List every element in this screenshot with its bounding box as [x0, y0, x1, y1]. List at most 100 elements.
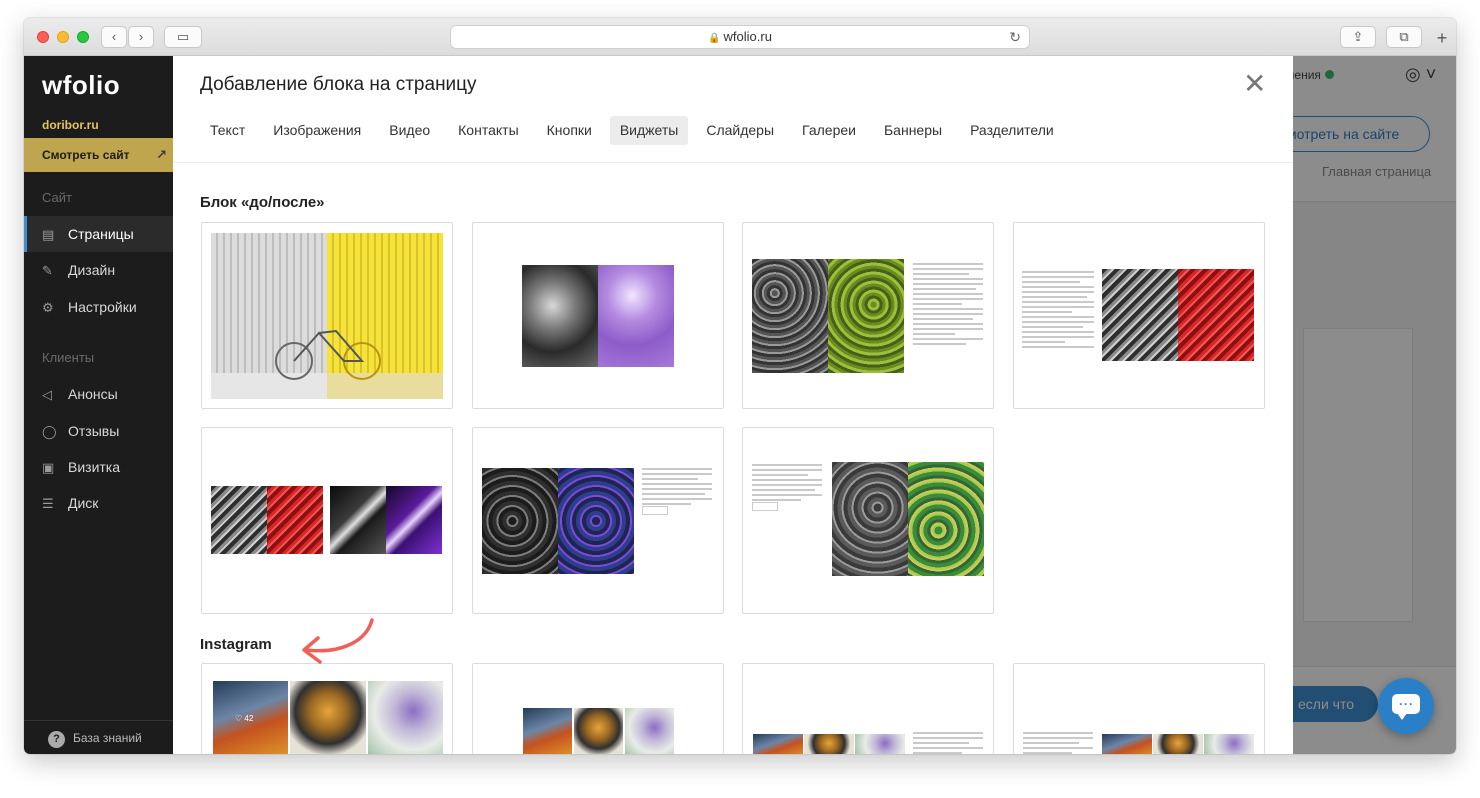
- tab-contacts[interactable]: Контакты: [448, 116, 528, 145]
- tabs-icon: ⧉: [1399, 29, 1409, 44]
- after-image: [598, 265, 674, 367]
- gear-icon: ⚙: [42, 300, 54, 315]
- section-label-site: Сайт: [42, 190, 72, 205]
- tab-video[interactable]: Видео: [379, 116, 440, 145]
- after-image: [267, 486, 323, 554]
- site-name[interactable]: doribor.ru: [42, 118, 99, 132]
- after-image: [908, 462, 984, 576]
- instagram-photo-balloon: [753, 734, 803, 754]
- knowledge-base-link[interactable]: ? База знаний: [24, 720, 173, 754]
- text-placeholder: [752, 464, 822, 504]
- lock-icon: 🔒: [708, 33, 721, 44]
- close-icon[interactable]: ✕: [1243, 70, 1266, 98]
- instagram-photo-food: [1153, 734, 1203, 754]
- tab-buttons[interactable]: Кнопки: [537, 116, 602, 145]
- address-bar[interactable]: 🔒 wfolio.ru ↻: [450, 25, 1030, 49]
- block-template-before-after-6[interactable]: [472, 427, 724, 614]
- plus-icon: +: [1436, 28, 1448, 48]
- block-template-before-after-1[interactable]: [201, 222, 453, 409]
- tab-text[interactable]: Текст: [200, 116, 255, 145]
- sidebar: wfolio doribor.ru Смотреть сайт ↗ Сайт ▤…: [24, 56, 173, 754]
- instagram-photo-food: [290, 681, 366, 754]
- instagram-photo-food: [574, 708, 623, 754]
- block-category-tabs: Текст Изображения Видео Контакты Кнопки Видже…: [200, 116, 1072, 146]
- block-template-instagram-3[interactable]: [742, 663, 994, 754]
- instagram-photo-balloon: [523, 708, 572, 754]
- app: wfolio doribor.ru Смотреть сайт ↗ Сайт ▤…: [24, 56, 1456, 754]
- chat-bubbles-icon: ◯: [42, 424, 57, 439]
- instagram-photo-dancer: [368, 681, 443, 754]
- block-template-before-after-2[interactable]: [472, 222, 724, 409]
- sidebar-item-reviews[interactable]: ◯ Отзывы: [24, 413, 173, 449]
- chat-button[interactable]: ···: [1378, 678, 1434, 734]
- database-icon: ☰: [42, 496, 54, 511]
- sidebar-item-label: Диск: [68, 495, 99, 511]
- chevron-right-icon: ›: [138, 29, 144, 44]
- instagram-photo-dancer: [1204, 734, 1254, 754]
- new-tab-button[interactable]: +: [1432, 28, 1452, 50]
- instagram-photo-dancer: [855, 734, 905, 754]
- text-placeholder: [642, 468, 712, 508]
- tab-banners[interactable]: Баннеры: [874, 116, 952, 145]
- minimize-window-button[interactable]: [57, 31, 69, 43]
- sidebar-toggle-button[interactable]: ▭: [164, 26, 202, 48]
- before-image: [752, 259, 828, 373]
- sidebar-item-business-card[interactable]: ▣ Визитка: [24, 449, 173, 485]
- view-site-button[interactable]: Смотреть сайт ↗: [24, 138, 173, 172]
- id-card-icon: ▣: [42, 460, 55, 475]
- sidebar-item-label: Дизайн: [68, 262, 116, 278]
- before-image: [522, 265, 598, 367]
- external-link-icon: ↗: [156, 147, 167, 162]
- block-template-instagram-2[interactable]: [472, 663, 724, 754]
- sidebar-item-announcements[interactable]: ◁ Анонсы: [24, 376, 173, 412]
- block-template-before-after-5[interactable]: [201, 427, 453, 614]
- megaphone-icon: ◁: [42, 387, 52, 402]
- sidebar-item-pages[interactable]: ▤ Страницы: [24, 216, 173, 252]
- tab-widgets[interactable]: Виджеты: [609, 116, 689, 145]
- before-image: [1102, 269, 1178, 361]
- sidebar-item-label: Анонсы: [68, 386, 118, 402]
- mini-button: [752, 502, 778, 511]
- block-template-before-after-7[interactable]: [742, 427, 994, 614]
- sidebar-item-label: Отзывы: [68, 423, 120, 439]
- block-template-before-after-3[interactable]: [742, 222, 994, 409]
- text-placeholder: [1022, 271, 1094, 351]
- sidebar-item-design[interactable]: ✎ Дизайн: [24, 252, 173, 288]
- sidebar-item-disk[interactable]: ☰ Диск: [24, 485, 173, 521]
- before-image: [832, 462, 908, 576]
- sidebar-item-label: Настройки: [68, 299, 137, 315]
- back-button[interactable]: ‹: [101, 26, 127, 48]
- annotation-arrow-icon: [302, 618, 374, 664]
- mini-button: [642, 506, 668, 515]
- help-icon: ?: [48, 731, 65, 748]
- tab-images[interactable]: Изображения: [263, 116, 371, 145]
- section-title-before-after: Блок «до/после»: [200, 194, 325, 211]
- bicycle-icon: [275, 329, 381, 380]
- url-text: wfolio.ru: [723, 29, 772, 44]
- zoom-window-button[interactable]: [77, 31, 89, 43]
- tab-galleries[interactable]: Галереи: [792, 116, 866, 145]
- block-template-instagram-1[interactable]: ♡ 42: [201, 663, 453, 754]
- modal-title: Добавление блока на страницу: [200, 74, 477, 95]
- modal-divider: [173, 162, 1293, 163]
- before-image: [211, 486, 267, 554]
- share-button[interactable]: ⇪: [1340, 26, 1376, 48]
- instagram-photo-dancer: [625, 708, 674, 754]
- chat-dots: ···: [1399, 697, 1414, 711]
- logo[interactable]: wfolio: [42, 70, 120, 101]
- after-image: [558, 468, 634, 574]
- tabs-overview-button[interactable]: ⧉: [1386, 26, 1422, 48]
- forward-button[interactable]: ›: [128, 26, 154, 48]
- tab-sliders[interactable]: Слайдеры: [696, 116, 784, 145]
- block-template-instagram-4[interactable]: [1013, 663, 1265, 754]
- section-label-clients: Клиенты: [42, 350, 95, 365]
- reload-icon[interactable]: ↻: [1009, 26, 1021, 48]
- tab-dividers[interactable]: Разделители: [960, 116, 1064, 145]
- text-placeholder: [913, 732, 983, 754]
- sidebar-item-settings[interactable]: ⚙ Настройки: [24, 289, 173, 325]
- after-image-2: [386, 486, 442, 554]
- block-template-before-after-4[interactable]: [1013, 222, 1265, 409]
- view-site-label: Смотреть сайт: [42, 148, 130, 162]
- sidebar-item-label: Визитка: [68, 459, 121, 475]
- close-window-button[interactable]: [37, 31, 49, 43]
